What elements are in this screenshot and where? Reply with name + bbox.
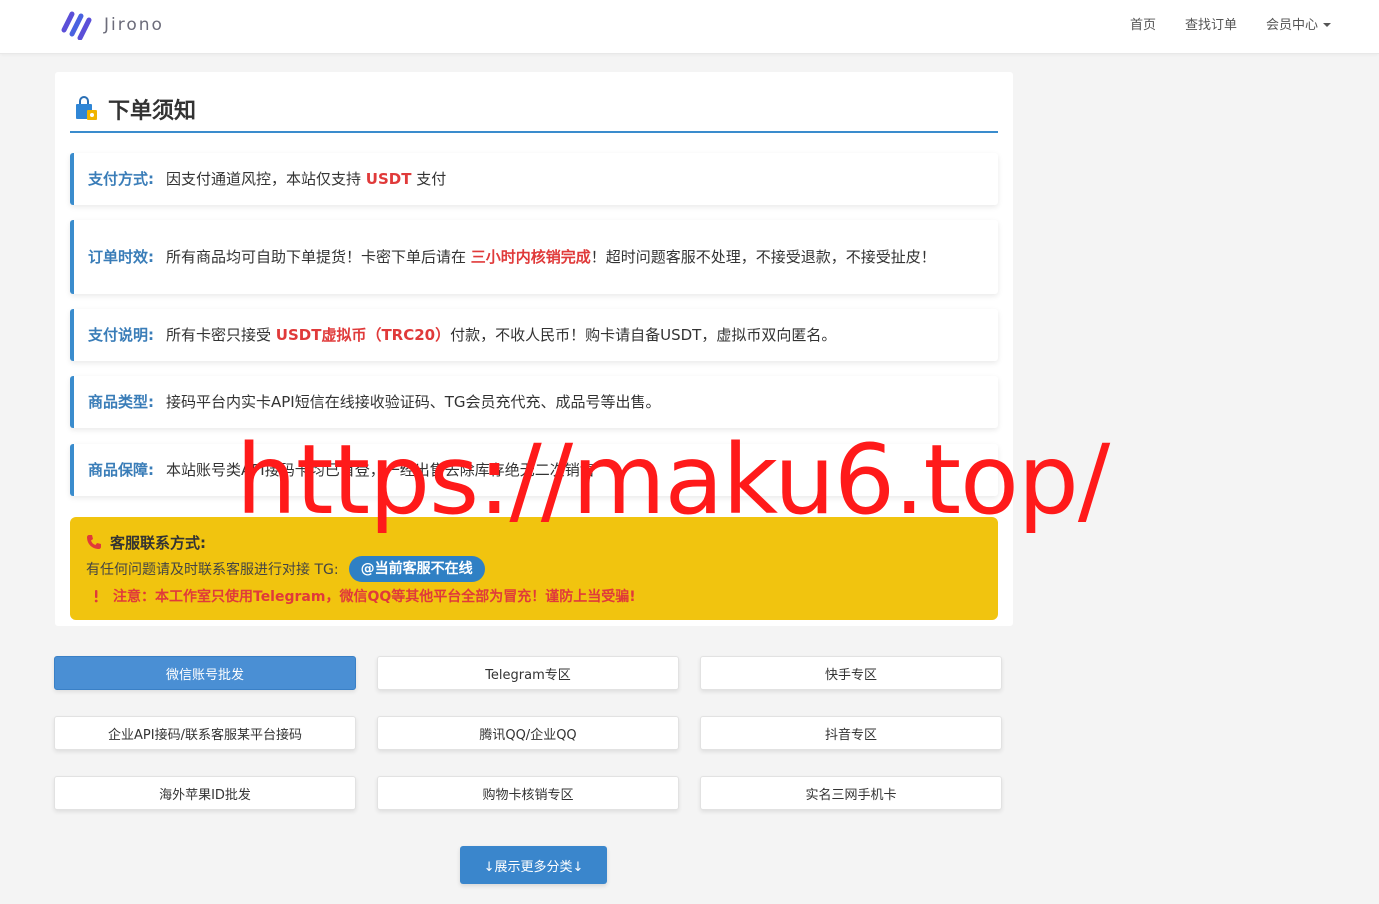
rule-text: 接码平台内实卡API短信在线接收验证码、TG会员充代充、成品号等出售。	[166, 392, 661, 411]
category-button-douyin[interactable]: 抖音专区	[700, 716, 1002, 750]
nav-link-find-order[interactable]: 查找订单	[1185, 14, 1237, 33]
shopping-bag-icon	[76, 96, 97, 120]
category-button-sim-card[interactable]: 实名三网手机卡	[700, 776, 1002, 810]
brand-logo-icon	[61, 11, 92, 40]
rule-highlight: USDT	[365, 169, 412, 188]
contact-box: 客服联系方式: 有任何问题请及时联系客服进行对接 TG: @当前客服不在线 注意…	[70, 517, 998, 620]
rule-text: 所有商品均可自助下单提货！卡密下单后请在	[166, 247, 471, 266]
notice-header: 下单须知	[70, 87, 998, 133]
rule-text: 因支付通道风控，本站仅支持	[166, 169, 366, 188]
rule-label: 订单时效:	[88, 247, 154, 266]
rule-product-guarantee: 商品保障: 本站账号类API接码卡均已首登，一经出售去除库存绝无二次销售	[70, 444, 998, 496]
show-more-categories-button[interactable]: ↓展示更多分类↓	[460, 846, 607, 884]
contact-description: 有任何问题请及时联系客服进行对接 TG:	[86, 562, 339, 578]
rule-highlight: USDT虚拟币（TRC20）	[275, 325, 451, 344]
rule-label: 支付方式:	[88, 169, 154, 188]
rule-label: 商品保障:	[88, 460, 154, 479]
phone-icon	[87, 535, 101, 549]
nav-link-member-label: 会员中心	[1265, 17, 1318, 33]
nav-links: 首页 查找订单 会员中心	[1101, 0, 1331, 46]
rule-highlight: 三小时内核销完成	[470, 247, 591, 266]
chevron-down-icon	[1323, 23, 1331, 27]
brand-name: Jirono	[104, 15, 164, 35]
category-button-kuaishou[interactable]: 快手专区	[700, 656, 1002, 690]
category-button-tencent-qq[interactable]: 腾讯QQ/企业QQ	[377, 716, 679, 750]
category-button-apple-id[interactable]: 海外苹果ID批发	[54, 776, 356, 810]
top-navbar: Jirono 首页 查找订单 会员中心	[0, 0, 1379, 54]
order-notice-card: 下单须知 支付方式: 因支付通道风控，本站仅支持 USDT 支付 订单时效: 所有商…	[55, 72, 1013, 626]
warning-icon	[94, 590, 98, 603]
nav-link-home[interactable]: 首页	[1130, 14, 1156, 33]
warning-text: 注意：本工作室只使用Telegram，微信QQ等其他平台全部为冒充！谨防上当受骗…	[113, 589, 636, 605]
page-title: 下单须知	[108, 99, 197, 124]
rule-payment-method: 支付方式: 因支付通道风控，本站仅支持 USDT 支付	[70, 153, 998, 205]
category-button-telegram[interactable]: Telegram专区	[377, 656, 679, 690]
category-button-wechat-accounts[interactable]: 微信账号批发	[54, 656, 356, 690]
rule-payment-note: 支付说明: 所有卡密只接受 USDT虚拟币（TRC20）付款，不收人民币！购卡请自…	[70, 309, 998, 361]
nav-link-member-center[interactable]: 会员中心	[1266, 14, 1331, 33]
category-button-enterprise-api[interactable]: 企业API接码/联系客服某平台接码	[54, 716, 356, 750]
rule-text-after: 支付	[411, 169, 447, 188]
rule-order-timeliness: 订单时效: 所有商品均可自助下单提货！卡密下单后请在 三小时内核销完成！超时问题客…	[70, 220, 998, 294]
rule-product-type: 商品类型: 接码平台内实卡API短信在线接收验证码、TG会员充代充、成品号等出售。	[70, 376, 998, 428]
rule-text: 本站账号类API接码卡均已首登，一经出售去除库存绝无二次销售	[166, 460, 595, 479]
tg-status-badge[interactable]: @当前客服不在线	[348, 556, 485, 582]
contact-title: 客服联系方式:	[110, 533, 206, 552]
rule-text: 所有卡密只接受	[166, 325, 276, 344]
rule-label: 商品类型:	[88, 392, 154, 411]
brand[interactable]: Jirono	[60, 10, 164, 40]
rule-text-after: 付款，不收人民币！购卡请自备USDT，虚拟币双向匿名。	[450, 325, 837, 344]
rule-text-after: ！超时问题客服不处理，不接受退款，不接受扯皮！	[590, 247, 936, 266]
rule-label: 支付说明:	[88, 325, 154, 344]
category-button-shopping-card[interactable]: 购物卡核销专区	[377, 776, 679, 810]
